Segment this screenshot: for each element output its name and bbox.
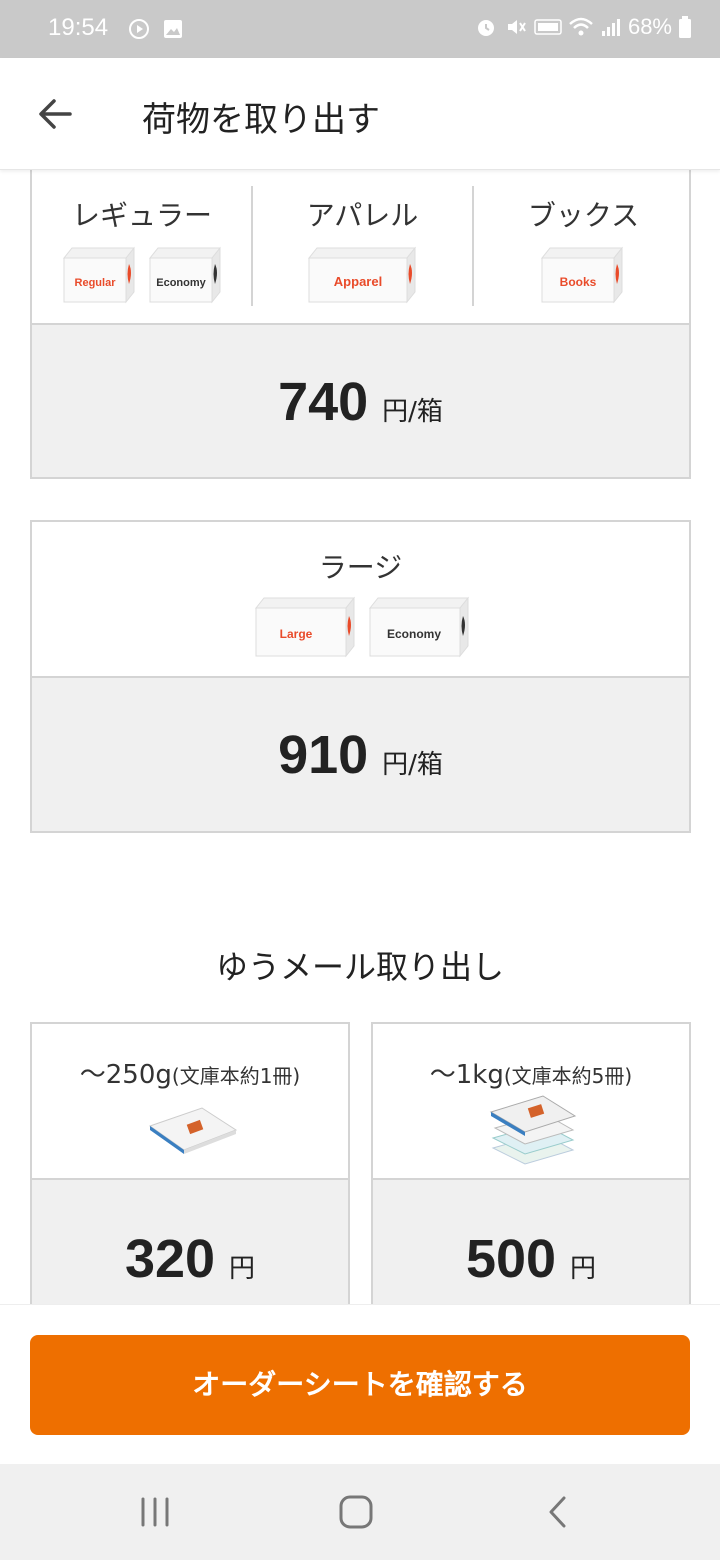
price-value: 910 xyxy=(278,725,369,785)
page-title: 荷物を取り出す xyxy=(142,100,380,140)
box-label: Apparel xyxy=(334,274,382,289)
option-note: (文庫本約1冊) xyxy=(171,1064,301,1088)
status-time: 19:54 xyxy=(48,14,109,41)
price-value: 500 xyxy=(465,1229,557,1289)
system-nav-bar xyxy=(0,1464,720,1560)
box-label: Books xyxy=(560,275,597,289)
back-icon[interactable] xyxy=(536,1490,580,1534)
price: 740 円/箱 xyxy=(32,371,689,433)
regular-box-image: Regular xyxy=(62,246,135,304)
status-right: 68% xyxy=(474,14,692,40)
plan-column-regular: レギュラー Regular Economy xyxy=(32,170,252,323)
option-label: 〜1kg(文庫本約5冊) xyxy=(373,1054,689,1091)
price-unit: 円 xyxy=(229,1254,256,1284)
plan-column-apparel: アパレル Apparel xyxy=(253,170,472,323)
image-icon xyxy=(164,20,182,38)
plan-label: ラージ xyxy=(318,551,403,584)
price-value: 320 xyxy=(124,1229,216,1289)
option-label: 〜250g(文庫本約1冊) xyxy=(32,1054,348,1091)
confirm-order-sheet-button[interactable]: オーダーシートを確認する xyxy=(30,1335,690,1435)
box-label: Economy xyxy=(156,277,206,289)
price-area: 320 円 xyxy=(32,1180,348,1304)
price-value: 740 xyxy=(278,372,369,432)
large-box-image: Large xyxy=(254,596,356,658)
wifi-icon xyxy=(569,17,593,36)
recent-apps-icon[interactable] xyxy=(133,1490,177,1534)
volte-icon xyxy=(534,19,562,35)
app-bar: 荷物を取り出す xyxy=(0,58,720,170)
price: 500 円 xyxy=(373,1228,689,1290)
option-weight: 〜250g xyxy=(79,1060,172,1090)
battery-icon xyxy=(679,16,691,38)
box-label: Economy xyxy=(387,627,441,641)
section-title-yumail: ゆうメール取り出し xyxy=(215,948,504,986)
book-image xyxy=(148,1107,238,1154)
plan-label: ブックス xyxy=(527,199,640,232)
home-icon[interactable] xyxy=(334,1490,378,1534)
price: 910 円/箱 xyxy=(32,724,689,786)
plan-label: レギュラー xyxy=(71,199,212,232)
battery-percent: 68% xyxy=(627,14,672,39)
plan-card-standard[interactable]: レギュラー Regular Economy アパレル Apparel ブックス … xyxy=(30,170,691,479)
price-unit: 円/箱 xyxy=(382,397,443,427)
price-unit: 円 xyxy=(570,1254,597,1284)
status-bar: 19:54 68% xyxy=(0,0,720,58)
back-button[interactable] xyxy=(30,88,82,140)
option-note: (文庫本約5冊) xyxy=(503,1064,633,1088)
yumail-option-1kg[interactable]: 〜1kg(文庫本約5冊) 500 円 xyxy=(371,1022,691,1304)
books-stack-image xyxy=(489,1095,577,1165)
signal-icon xyxy=(601,19,620,36)
economy-box-image: Economy xyxy=(148,246,221,304)
option-weight: 〜1kg xyxy=(429,1060,504,1090)
play-icon xyxy=(129,19,149,39)
cta-area: オーダーシートを確認する xyxy=(0,1304,720,1464)
economy-box-image: Economy xyxy=(368,596,470,658)
plan-list: レギュラー Regular Economy アパレル Apparel ブックス … xyxy=(0,170,720,1304)
price-area: 910 円/箱 xyxy=(32,678,689,831)
box-label: Large xyxy=(280,627,313,641)
plan-column-books: ブックス Books xyxy=(474,170,693,323)
price: 320 円 xyxy=(32,1228,348,1290)
yumail-option-250g[interactable]: 〜250g(文庫本約1冊) 320 円 xyxy=(30,1022,350,1304)
price-area: 740 円/箱 xyxy=(32,325,689,477)
price-unit: 円/箱 xyxy=(382,750,443,780)
books-box-image: Books xyxy=(540,246,624,304)
apparel-box-image: Apparel xyxy=(307,246,417,304)
arrow-left-icon[interactable] xyxy=(30,88,82,140)
mute-icon xyxy=(507,20,526,34)
plan-label: アパレル xyxy=(306,199,419,232)
plan-column-large: ラージ Large Economy xyxy=(32,522,689,676)
box-label: Regular xyxy=(75,277,117,289)
plan-card-large[interactable]: ラージ Large Economy 910 円/箱 xyxy=(30,520,691,833)
price-area: 500 円 xyxy=(373,1180,689,1304)
alarm-icon xyxy=(477,20,494,36)
